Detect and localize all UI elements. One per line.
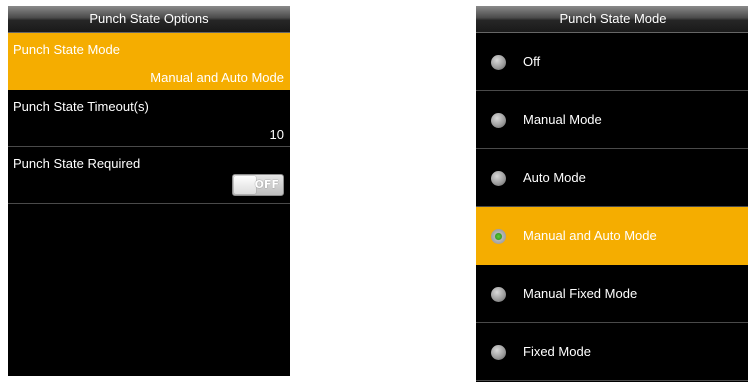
option-punch-state-required[interactable]: Punch State Required OFF [8,147,290,204]
mode-option-manual-and-auto[interactable]: Manual and Auto Mode [476,207,748,265]
radio-button-icon[interactable] [491,55,506,70]
mode-label: Manual Fixed Mode [523,286,638,301]
mode-label: Auto Mode [523,170,586,185]
mode-option-auto[interactable]: Auto Mode [476,149,748,207]
radio-button-icon[interactable] [491,345,506,360]
screen-title: Punch State Mode [476,6,748,33]
radio-button-icon[interactable] [491,287,506,302]
toggle-knob [234,176,256,194]
radio-button-icon[interactable] [491,113,506,128]
toggle-state-text: OFF [254,178,279,191]
mode-label: Manual Mode [523,112,602,127]
option-value: 10 [269,127,284,142]
option-value: Manual and Auto Mode [150,70,284,85]
radio-button-icon[interactable] [491,171,506,186]
mode-option-fixed[interactable]: Fixed Mode [476,323,748,381]
option-punch-state-mode[interactable]: Punch State Mode Manual and Auto Mode [8,33,290,90]
punch-state-required-toggle[interactable]: OFF [232,174,284,196]
radio-button-checked-icon[interactable] [491,229,506,244]
option-label: Punch State Required [13,156,141,171]
option-label: Punch State Timeout(s) [13,99,149,114]
mode-option-off[interactable]: Off [476,33,748,91]
option-punch-state-timeout[interactable]: Punch State Timeout(s) 10 [8,90,290,147]
screen-title: Punch State Options [8,6,290,33]
mode-option-manual-fixed[interactable]: Manual Fixed Mode [476,265,748,323]
mode-label: Manual and Auto Mode [523,228,657,243]
mode-label: Off [523,54,541,69]
mode-label: Fixed Mode [523,344,591,359]
option-label: Punch State Mode [13,42,120,57]
punch-state-mode-screen: Punch State Mode Off Manual Mode Auto Mo… [476,6,748,382]
punch-state-options-screen: Punch State Options Punch State Mode Man… [8,6,290,376]
mode-option-manual[interactable]: Manual Mode [476,91,748,149]
